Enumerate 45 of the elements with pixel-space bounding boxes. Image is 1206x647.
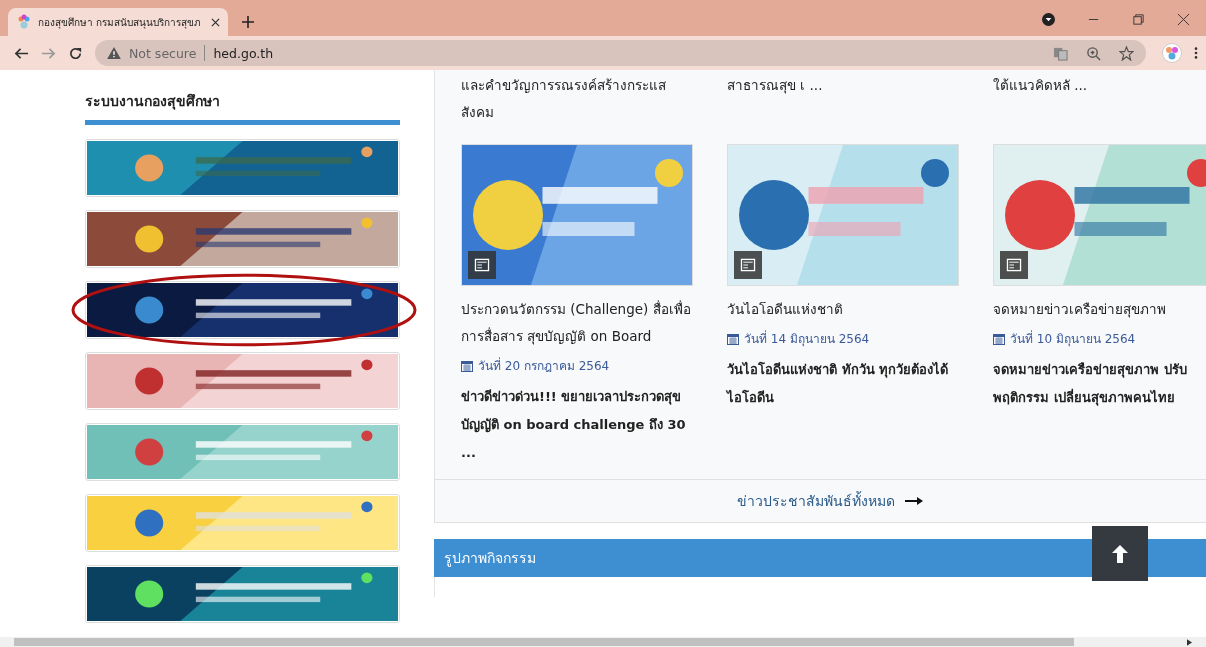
menu-icon[interactable]	[1194, 46, 1198, 60]
calendar-icon	[727, 332, 739, 345]
news-summary: วันไอโอดีนแห่งชาติ ทักวัน ทุกวัยต้องได้ไอโอดีน	[727, 361, 950, 407]
arrow-up-icon	[1112, 544, 1128, 563]
url-text: hed.go.th	[213, 45, 274, 61]
close-icon[interactable]	[211, 17, 220, 27]
new-tab-icon[interactable]	[242, 16, 254, 28]
calendar-icon	[461, 359, 473, 372]
zoom-icon[interactable]	[1086, 45, 1101, 61]
news-date: วันที่ 20 กรกฎาคม 2564	[478, 356, 610, 375]
tab-title: กองสุขศึกษา กรมสนับสนุนบริการสุขภ	[38, 15, 203, 30]
restore-icon[interactable]	[1132, 13, 1145, 26]
close-icon[interactable]	[1177, 13, 1190, 26]
browser-tab[interactable]: กองสุขศึกษา กรมสนับสนุนบริการสุขภ	[8, 8, 228, 36]
news-date: วันที่ 14 มิถุนายน 2564	[744, 329, 870, 348]
news-title[interactable]: ประกวดนวัตกรรม (Challenge) สื่อเพื่อการสื่อสาร สุขบัญญัติ on Board	[461, 296, 693, 350]
all-news-link[interactable]: ข่าวประชาสัมพันธ์ทั้งหมด	[434, 479, 1206, 523]
horizontal-scrollbar[interactable]	[0, 637, 1206, 647]
news-date: วันที่ 10 มิถุนายน 2564	[1010, 329, 1136, 348]
reload-icon[interactable]	[68, 45, 83, 61]
flower-icon	[16, 14, 32, 30]
media-icon[interactable]	[1042, 13, 1055, 26]
news-summary: ใต้แนวคิดหลั ...	[993, 76, 1089, 95]
star-icon[interactable]	[1119, 45, 1134, 61]
arrow-right-icon	[904, 496, 923, 506]
translate-icon[interactable]	[1053, 45, 1068, 61]
calendar-icon	[993, 332, 1005, 345]
security-label: Not secure	[129, 45, 197, 61]
article-icon	[734, 251, 762, 279]
news-title[interactable]: จดหมายข่าวเครือข่ายสุขภาพ	[993, 296, 1206, 323]
article-icon	[468, 251, 496, 279]
scroll-right-icon[interactable]	[1187, 638, 1192, 646]
profile-avatar-icon[interactable]	[1162, 43, 1182, 63]
news-summary: ข่าวดีข่าวด่วน!!! ขยายเวลาประกวดสุขบัญญัติ on board challenge ถึง 30 ...	[461, 388, 687, 462]
news-summary: จดหมายข่าวเครือข่ายสุขภาพ ปรับพฤติกรรม เปลี่ยนสุขภาพคนไทย	[993, 361, 1188, 408]
article-icon	[1000, 251, 1028, 279]
warning-icon	[107, 47, 121, 59]
news-summary: สาธารณสุข เ ...	[727, 76, 824, 96]
news-summary: และคำขวัญการรณรงค์สร้างกระแสสังคม	[461, 76, 667, 122]
sidebar-heading: ระบบงานกองสุขศึกษา	[85, 90, 400, 125]
scroll-to-top-button[interactable]	[1092, 526, 1148, 581]
address-bar[interactable]: Not secure hed.go.th	[95, 40, 1146, 66]
scrollbar-thumb[interactable]	[14, 638, 1074, 646]
news-title[interactable]: วันไอโอดีนแห่งชาติ	[727, 296, 959, 323]
activities-header: รูปภาพกิจกรรม	[434, 539, 1206, 577]
